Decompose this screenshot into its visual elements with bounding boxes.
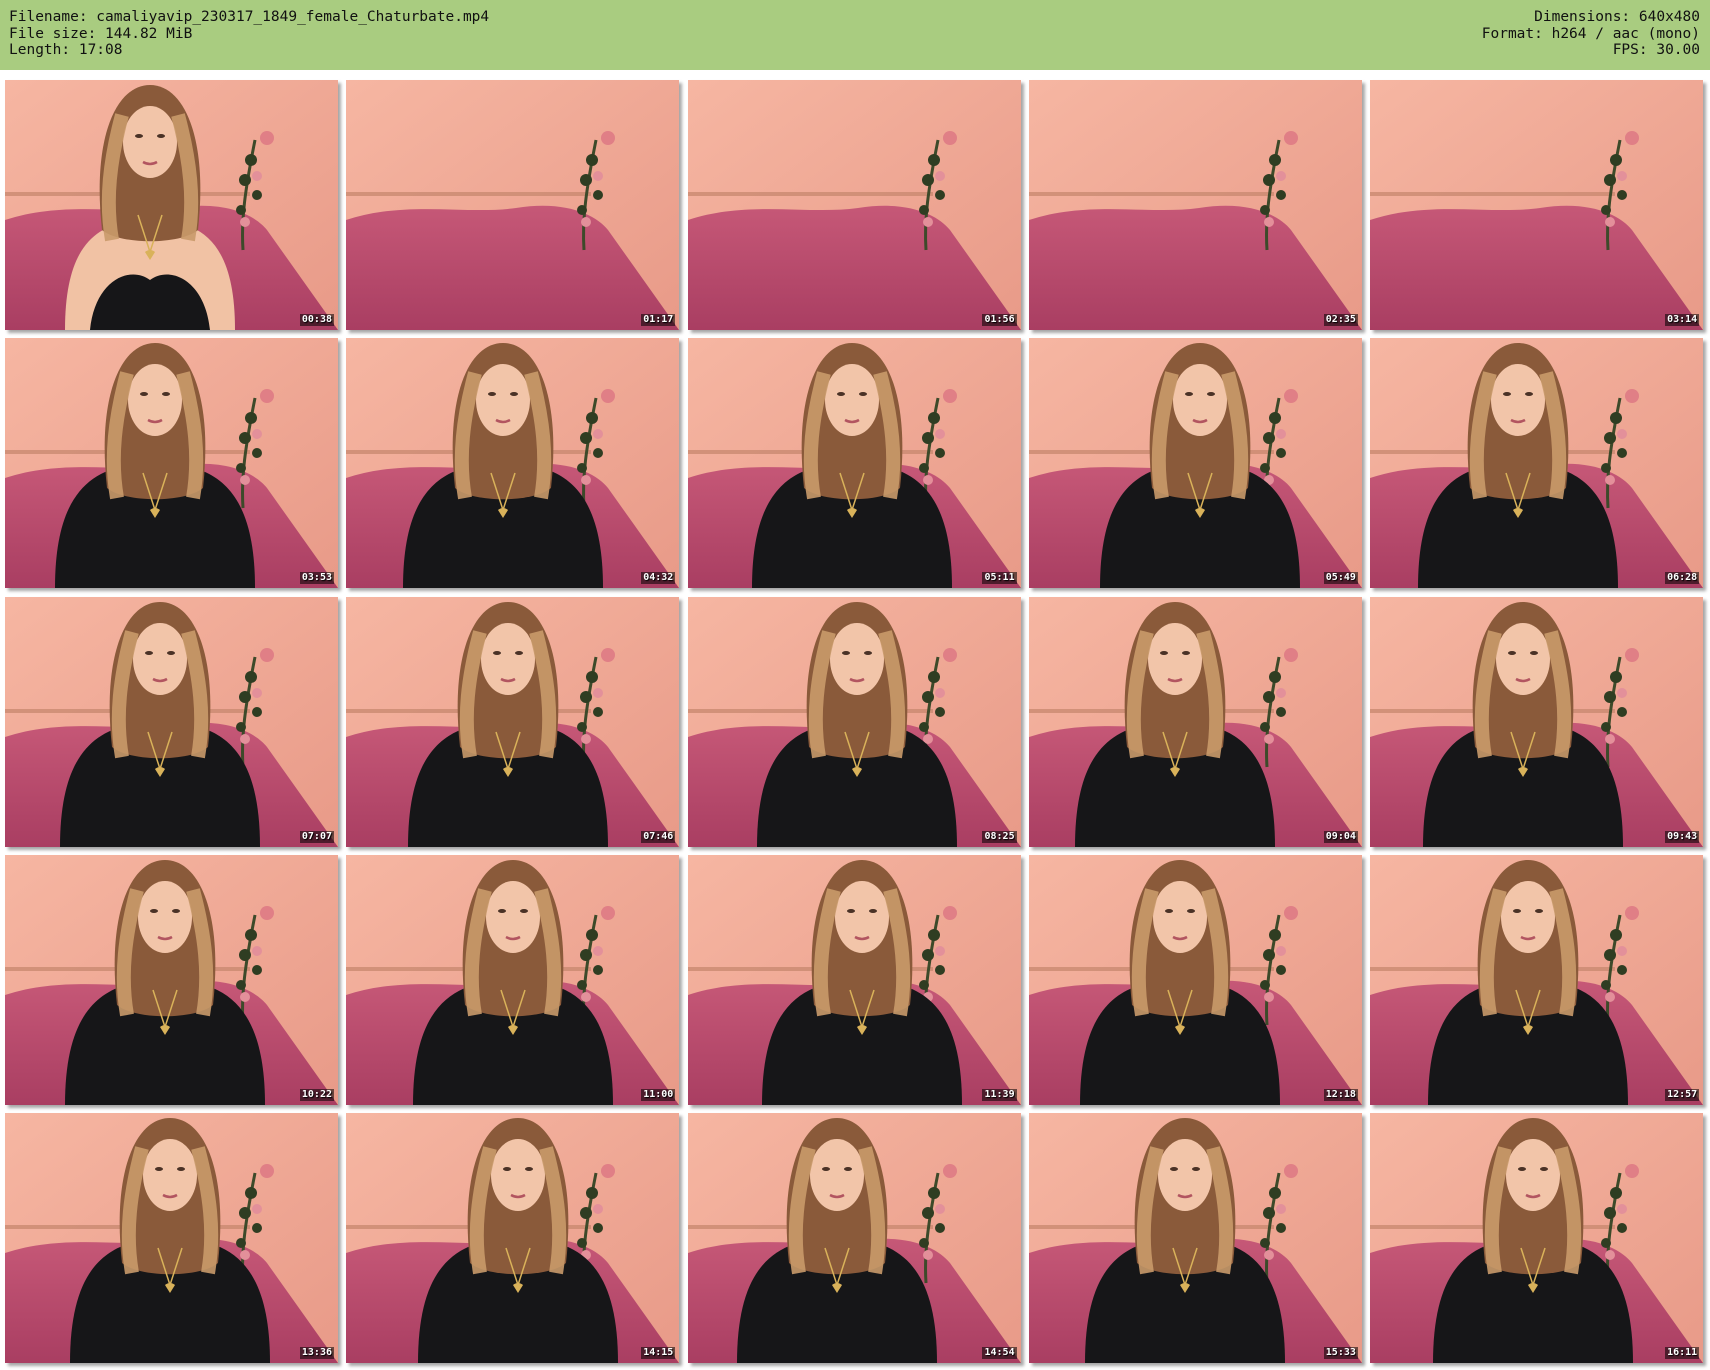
timestamp-label: 00:38 [299,314,334,326]
thumbnail-grid: 00:38 01:17 01:56 02:35 03:14 03:53 04:32 05:11… [5,80,1707,1364]
frame-image [5,338,338,589]
frame-image [346,1113,680,1364]
video-frame-thumbnail: 04:32 [346,338,680,589]
timestamp-label: 12:18 [1323,1088,1358,1101]
frame-image [1028,854,1362,1105]
timestamp-label: 02:35 [1323,314,1358,326]
info-header: Filename: camaliyavip_230317_1849_female… [0,0,1710,70]
frame-image [687,596,1021,847]
timestamp-label: 14:54 [982,1347,1017,1360]
video-frame-thumbnail: 11:39 [687,854,1021,1105]
frame-image [687,338,1021,589]
frame-image [5,854,338,1105]
timestamp-label: 09:43 [1665,830,1700,843]
file-info-right: Dimensions: 640x480 Format: h264 / aac (… [1482,9,1700,59]
frame-image [346,80,680,330]
filename-text: Filename: camaliyavip_230317_1849_female… [9,9,490,25]
frame-image [1370,1113,1704,1364]
frame-image [687,854,1021,1105]
frame-image [346,854,680,1105]
timestamp-label: 10:22 [299,1088,334,1101]
timestamp-label: 01:17 [641,314,676,326]
timestamp-label: 12:57 [1665,1088,1700,1101]
frame-image [346,596,680,847]
video-frame-thumbnail: 02:35 [1028,80,1362,330]
frame-image [5,596,338,847]
timestamp-label: 16:11 [1665,1347,1700,1360]
video-frame-thumbnail: 11:00 [346,854,680,1105]
timestamp-label: 11:00 [641,1088,676,1101]
frame-image [687,80,1021,330]
frame-image [1028,338,1362,589]
timestamp-label: 09:04 [1323,830,1358,843]
frame-image [1028,1113,1362,1364]
video-frame-thumbnail: 01:17 [346,80,680,330]
timestamp-label: 07:46 [641,830,676,843]
file-info-left: Filename: camaliyavip_230317_1849_female… [9,9,489,59]
timestamp-label: 08:25 [982,830,1017,843]
video-frame-thumbnail: 03:53 [5,338,338,589]
video-frame-thumbnail: 15:33 [1028,1113,1362,1364]
video-frame-thumbnail: 12:57 [1370,854,1704,1105]
video-frame-thumbnail: 07:07 [5,596,338,847]
timestamp-label: 04:32 [641,572,676,585]
format-text: Format: h264 / aac (mono) [1481,25,1700,42]
timestamp-label: 13:36 [299,1347,334,1360]
video-frame-thumbnail: 14:54 [687,1113,1021,1364]
length-text: Length: 17:08 [9,42,123,58]
video-frame-thumbnail: 01:56 [687,80,1021,330]
timestamp-label: 14:15 [641,1347,676,1360]
video-frame-thumbnail: 14:15 [346,1113,680,1364]
timestamp-label: 15:33 [1323,1347,1358,1360]
frame-image [1028,596,1362,847]
video-frame-thumbnail: 09:04 [1028,596,1362,847]
video-frame-thumbnail: 03:14 [1370,80,1704,330]
timestamp-label: 07:07 [299,830,334,843]
video-frame-thumbnail: 16:11 [1370,1113,1704,1364]
frame-image [1370,854,1704,1105]
timestamp-label: 03:53 [299,572,334,585]
frame-image [5,1113,338,1364]
frame-image [1370,80,1704,330]
dimensions-text: Dimensions: 640x480 [1534,9,1700,25]
video-frame-thumbnail: 05:49 [1028,338,1362,589]
frame-image [5,80,338,330]
timestamp-label: 06:28 [1665,572,1700,585]
frame-image [346,338,680,589]
frame-image [1370,596,1704,847]
frame-image [1028,80,1362,330]
timestamp-label: 03:14 [1665,314,1700,326]
fps-text: FPS: 30.00 [1612,42,1700,58]
timestamp-label: 01:56 [982,314,1017,326]
filesize-text: File size: 144.82 MiB [9,25,193,42]
video-frame-thumbnail: 12:18 [1028,854,1362,1105]
frame-image [687,1113,1021,1364]
frame-image [1370,338,1704,589]
timestamp-label: 05:49 [1323,572,1358,585]
video-frame-thumbnail: 09:43 [1370,596,1704,847]
video-frame-thumbnail: 07:46 [346,596,680,847]
video-frame-thumbnail: 06:28 [1370,338,1704,589]
timestamp-label: 05:11 [982,572,1017,585]
video-frame-thumbnail: 13:36 [5,1113,338,1364]
video-frame-thumbnail: 10:22 [5,854,338,1105]
video-frame-thumbnail: 05:11 [687,338,1021,589]
video-frame-thumbnail: 08:25 [687,596,1021,847]
video-frame-thumbnail: 00:38 [5,80,338,330]
timestamp-label: 11:39 [982,1088,1017,1101]
